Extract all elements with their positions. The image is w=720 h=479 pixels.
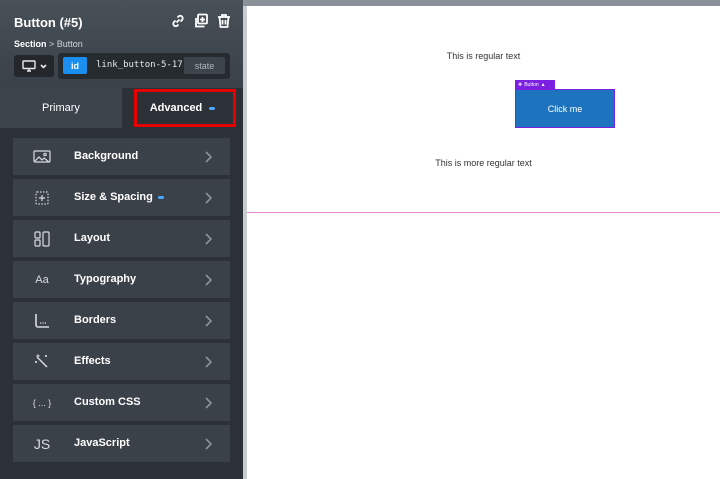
section-background[interactable]: Background — [13, 138, 230, 175]
trash-icon[interactable] — [215, 12, 232, 29]
chevron-right-icon — [204, 437, 213, 450]
selected-element-tag[interactable]: ✥ Button ▲ — [515, 80, 555, 89]
effects-icon — [32, 352, 52, 372]
breadcrumb-current: Button — [56, 39, 83, 49]
section-label: Typography — [74, 273, 137, 285]
section-typography[interactable]: Aa Typography — [13, 261, 230, 298]
background-icon — [32, 147, 52, 167]
javascript-icon: JS — [33, 436, 51, 452]
chevron-down-icon — [39, 63, 47, 69]
layout-icon — [32, 229, 52, 249]
more-regular-text[interactable]: This is more regular text — [247, 158, 720, 168]
panel-header: Button (#5) Section > Button id link_but… — [0, 0, 243, 88]
typography-icon: Aa — [35, 274, 49, 286]
tab-primary-label: Primary — [42, 102, 80, 114]
header-actions — [169, 12, 232, 29]
link-icon[interactable] — [169, 12, 186, 29]
page-canvas: This is regular text ✥ Button ▲ Click me… — [247, 6, 720, 479]
section-label: Size & Spacing — [74, 191, 164, 203]
desktop-icon — [21, 60, 36, 72]
device-selector[interactable] — [14, 55, 54, 77]
modified-indicator — [157, 195, 164, 199]
selector-box: id link_button-5-17 state — [58, 53, 230, 79]
size-spacing-icon — [32, 188, 52, 208]
section-label: JavaScript — [74, 437, 130, 449]
chevron-right-icon — [204, 150, 213, 163]
breadcrumb-parent[interactable]: Section — [14, 39, 47, 49]
section-size-spacing[interactable]: Size & Spacing — [13, 179, 230, 216]
section-custom-css[interactable]: { ... } Custom CSS — [13, 384, 230, 421]
section-label: Borders — [74, 314, 117, 326]
tab-advanced[interactable]: Advanced — [122, 88, 243, 128]
chevron-right-icon — [204, 273, 213, 286]
section-label: Effects — [74, 355, 111, 367]
section-boundary-line — [247, 212, 720, 213]
tab-primary[interactable]: Primary — [0, 88, 122, 128]
element-id-value[interactable]: link_button-5-17 — [96, 60, 183, 70]
chevron-right-icon — [204, 232, 213, 245]
chevron-right-icon — [204, 191, 213, 204]
section-label: Background — [74, 150, 139, 162]
breadcrumb: Section > Button — [14, 39, 83, 49]
borders-icon — [32, 311, 52, 331]
selected-element-tag-label: Button — [524, 81, 539, 88]
panel-tabs: Primary Advanced — [0, 88, 243, 128]
id-badge[interactable]: id — [63, 57, 87, 74]
custom-css-icon: { ... } — [32, 398, 52, 408]
properties-panel: Button (#5) Section > Button id link_but… — [0, 0, 243, 479]
breadcrumb-separator: > — [46, 39, 57, 49]
advanced-sections: Background Size & Spacing Layout Aa Typo… — [13, 138, 230, 466]
section-effects[interactable]: Effects — [13, 343, 230, 380]
regular-text[interactable]: This is regular text — [247, 51, 720, 61]
section-label: Layout — [74, 232, 111, 244]
chevron-up-icon[interactable]: ▲ — [541, 82, 546, 88]
duplicate-icon[interactable] — [192, 12, 209, 29]
click-me-button[interactable]: Click me — [515, 89, 615, 128]
section-label-text: Size & Spacing — [74, 191, 153, 203]
section-borders[interactable]: Borders — [13, 302, 230, 339]
modified-indicator — [209, 106, 216, 110]
state-button[interactable]: state — [184, 57, 225, 74]
section-layout[interactable]: Layout — [13, 220, 230, 257]
chevron-right-icon — [204, 355, 213, 368]
section-label: Custom CSS — [74, 396, 141, 408]
move-handle-icon[interactable]: ✥ — [518, 82, 522, 88]
section-javascript[interactable]: JS JavaScript — [13, 425, 230, 462]
tab-advanced-label: Advanced — [149, 102, 203, 114]
chevron-right-icon — [204, 314, 213, 327]
chevron-right-icon — [204, 396, 213, 409]
element-title: Button (#5) — [14, 15, 83, 30]
